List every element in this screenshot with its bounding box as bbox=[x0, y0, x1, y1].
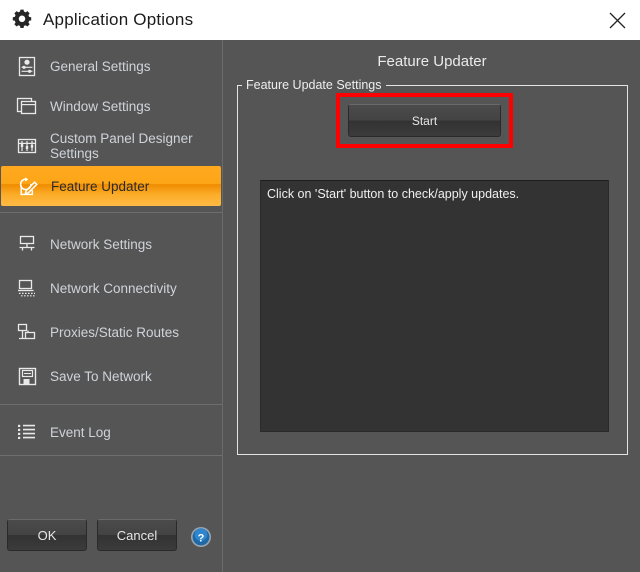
sliders-settings-icon bbox=[14, 54, 40, 78]
sidebar-item-proxies-static-routes[interactable]: Proxies/Static Routes bbox=[0, 310, 222, 354]
title-bar: Application Options bbox=[0, 0, 640, 40]
sidebar-item-network-settings[interactable]: Network Settings bbox=[0, 222, 222, 266]
network-connectivity-icon bbox=[14, 276, 40, 300]
proxy-routes-icon bbox=[14, 320, 40, 344]
sidebar-item-save-to-network[interactable]: Save To Network bbox=[0, 354, 222, 398]
list-log-icon bbox=[14, 420, 40, 444]
sidebar-item-label: Network Settings bbox=[50, 236, 153, 252]
sidebar-item-window-settings[interactable]: Window Settings bbox=[0, 86, 222, 126]
application-options-window: Application Options General Settings Win… bbox=[0, 0, 640, 572]
sidebar-item-feature-updater[interactable]: Feature Updater bbox=[1, 166, 221, 206]
sidebar-item-label: Custom Panel Designer Settings bbox=[50, 131, 193, 161]
ok-button[interactable]: OK bbox=[7, 519, 87, 551]
cancel-button[interactable]: Cancel bbox=[97, 519, 177, 551]
sidebar-item-custom-panel-designer-settings[interactable]: Custom Panel Designer Settings bbox=[0, 126, 222, 166]
sidebar: General Settings Window Settings Custom … bbox=[0, 40, 223, 572]
sidebar-item-label: Feature Updater bbox=[51, 178, 150, 194]
sidebar-separator bbox=[0, 455, 222, 456]
sidebar-item-label: Window Settings bbox=[50, 98, 151, 114]
sidebar-item-label: Save To Network bbox=[50, 368, 152, 384]
page-title: Feature Updater bbox=[377, 53, 487, 70]
sidebar-group-network: Network Settings Network Connectivity Pr… bbox=[0, 213, 222, 404]
start-button[interactable]: Start bbox=[348, 104, 501, 137]
faders-panel-icon bbox=[14, 134, 40, 158]
sidebar-group-logs: Event Log bbox=[0, 405, 222, 455]
sidebar-item-label: General Settings bbox=[50, 58, 151, 74]
svg-text:?: ? bbox=[198, 532, 205, 544]
help-question-icon[interactable]: ? bbox=[190, 526, 212, 548]
update-log-textarea[interactable]: Click on 'Start' button to check/apply u… bbox=[260, 180, 609, 432]
sidebar-group-general: General Settings Window Settings Custom … bbox=[0, 40, 222, 212]
window-title: Application Options bbox=[43, 10, 194, 29]
windows-stack-icon bbox=[14, 94, 40, 118]
update-pencil-icon bbox=[15, 174, 41, 198]
sidebar-item-general-settings[interactable]: General Settings bbox=[0, 46, 222, 86]
main-panel: Feature Updater Feature Update Settings … bbox=[224, 40, 640, 572]
network-node-icon bbox=[14, 232, 40, 256]
sidebar-item-label: Event Log bbox=[50, 424, 111, 440]
sidebar-item-label: Network Connectivity bbox=[50, 280, 177, 296]
sidebar-item-event-log[interactable]: Event Log bbox=[0, 415, 222, 449]
sidebar-item-label: Proxies/Static Routes bbox=[50, 324, 180, 340]
close-icon[interactable] bbox=[594, 0, 640, 40]
save-floppy-icon bbox=[14, 364, 40, 388]
gear-icon bbox=[9, 7, 35, 33]
groupbox-label: Feature Update Settings bbox=[242, 78, 386, 92]
sidebar-item-network-connectivity[interactable]: Network Connectivity bbox=[0, 266, 222, 310]
